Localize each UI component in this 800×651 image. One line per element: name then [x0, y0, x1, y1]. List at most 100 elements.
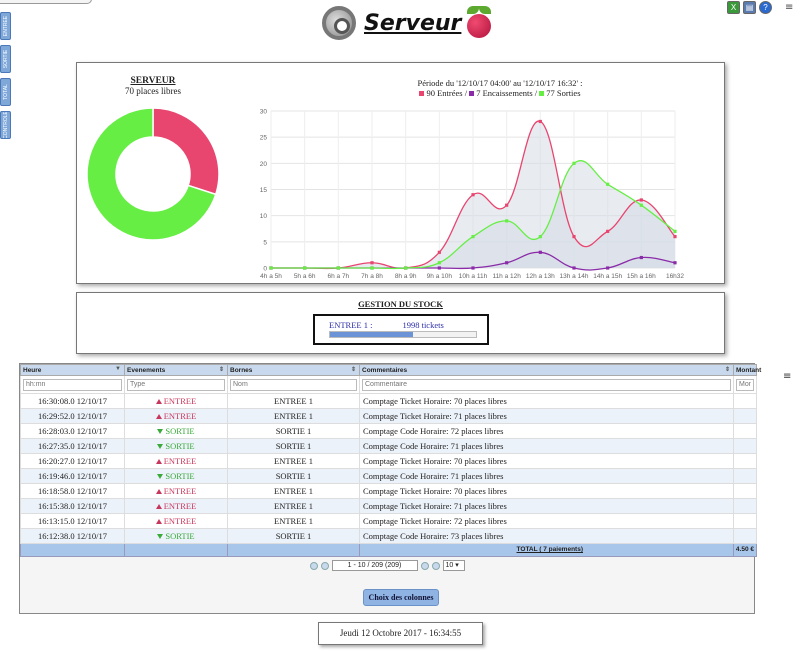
col-label: Commentaires — [362, 366, 408, 374]
cell-borne: ENTREE 1 — [227, 497, 360, 514]
table-row[interactable]: 16:12:38.0 12/10/17 SORTIE SORTIE 1 Comptag… — [20, 527, 757, 544]
pie-slice — [152, 107, 220, 196]
event-label: SORTIE — [165, 470, 195, 481]
header: Serveur — [322, 3, 493, 43]
filter-type[interactable] — [127, 378, 225, 391]
cell-commentaire: Comptage Code Horaire: 71 places libres — [359, 437, 734, 454]
table-row[interactable]: 16:19:46.0 12/10/17 SORTIE SORTIE 1 Comptag… — [20, 467, 757, 484]
page-indicator[interactable]: 1 - 10 / 209 (209) — [331, 560, 418, 571]
table-row[interactable]: 16:13:15.0 12/10/17 ENTREE ENTREE 1 Comptag… — [20, 512, 757, 529]
legend-encaissements[interactable]: 7 Encaissements — [476, 88, 532, 98]
x-tick-label: 12h a 13h — [526, 273, 555, 280]
y-tick-label: 30 — [260, 109, 268, 116]
data-point — [538, 250, 542, 254]
cell-borne: SORTIE 1 — [227, 437, 360, 454]
col-header-montant[interactable]: Montant — [733, 364, 761, 376]
excel-icon[interactable]: X — [727, 1, 740, 14]
col-label: Bornes — [230, 366, 253, 374]
cell-montant — [733, 512, 757, 529]
col-header-evenements[interactable]: Evenements ⇕ — [124, 364, 228, 376]
cell-commentaire: Comptage Ticket Horaire: 71 places libre… — [359, 497, 734, 514]
sort-icon: ⇕ — [218, 367, 224, 373]
legend-sep: / — [532, 88, 540, 98]
date-time-display: Jeudi 12 Octobre 2017 - 16:34:55 — [318, 622, 483, 645]
sort-icon: ⇕ — [350, 367, 356, 373]
cell-heure: 16:19:46.0 12/10/17 — [20, 467, 125, 484]
table-menu-icon[interactable]: ≡ — [783, 371, 791, 382]
cell-evenement: ENTREE — [124, 482, 228, 499]
sort-icon: ⇕ — [724, 367, 730, 373]
last-page-icon[interactable] — [431, 561, 440, 570]
cell-montant — [733, 497, 757, 514]
x-tick-label: 10h a 11h — [459, 273, 488, 280]
table-row[interactable]: 16:15:38.0 12/10/17 ENTREE ENTREE 1 Comptag… — [20, 497, 757, 514]
x-tick-label: 4h a 5h — [260, 273, 282, 280]
data-point — [404, 266, 408, 270]
x-tick-label: 9h a 10h — [427, 273, 453, 280]
y-tick-label: 20 — [260, 161, 268, 168]
table-row[interactable]: 16:30:08.0 12/10/17 ENTREE ENTREE 1 Comptag… — [20, 392, 757, 409]
table-row[interactable]: 16:20:27.0 12/10/17 ENTREE ENTREE 1 Comptag… — [20, 452, 757, 469]
cell-evenement: ENTREE — [124, 512, 228, 529]
cell-commentaire: Comptage Code Horaire: 71 places libres — [359, 467, 734, 484]
first-page-icon[interactable] — [309, 561, 318, 570]
side-tab-total[interactable]: TOTAL — [0, 78, 11, 106]
raspberry-icon — [465, 6, 493, 40]
print-icon[interactable]: ▤ — [743, 1, 756, 14]
stock-value: 1998 tickets — [402, 320, 444, 330]
top-pill[interactable] — [0, 0, 92, 4]
filter-heure[interactable] — [23, 378, 122, 391]
col-header-heure[interactable]: Heure ▼ — [20, 364, 125, 376]
side-tabs: ENTREE SORTIE TOTAL CONTROLE — [0, 12, 12, 144]
legend-sep: / — [462, 88, 470, 98]
y-tick-label: 10 — [260, 213, 268, 220]
cell-commentaire: Comptage Ticket Horaire: 70 places libre… — [359, 482, 734, 499]
cell-borne: ENTREE 1 — [227, 512, 360, 529]
stock-title: GESTION DU STOCK — [358, 299, 443, 309]
legend-entrees[interactable]: 90 Entrées — [426, 88, 462, 98]
col-header-commentaires[interactable]: Commentaires ⇕ — [359, 364, 734, 376]
prev-page-icon[interactable] — [320, 561, 329, 570]
choose-columns-button[interactable]: Choix des colonnes — [363, 589, 439, 606]
data-point — [606, 266, 610, 270]
table-row[interactable]: 16:27:35.0 12/10/17 SORTIE SORTIE 1 Comptag… — [20, 437, 757, 454]
cell-heure: 16:27:35.0 12/10/17 — [20, 437, 125, 454]
table-row[interactable]: 16:18:58.0 12/10/17 ENTREE ENTREE 1 Comptag… — [20, 482, 757, 499]
cell-commentaire: Comptage Code Horaire: 73 places libres — [359, 527, 734, 544]
side-tab-label: SORTIE — [2, 49, 9, 69]
side-tab-entree[interactable]: ENTREE — [0, 12, 11, 40]
table-row[interactable]: 16:28:03.0 12/10/17 SORTIE SORTIE 1 Comptag… — [20, 422, 757, 439]
cell-evenement: SORTIE — [124, 422, 228, 439]
cell-evenement: ENTREE — [124, 497, 228, 514]
x-tick-label: 14h a 15h — [593, 273, 622, 280]
arrow-down-icon — [157, 444, 164, 450]
side-tab-sortie[interactable]: SORTIE — [0, 45, 11, 73]
table-row[interactable]: 16:29:52.0 12/10/17 ENTREE ENTREE 1 Comptag… — [20, 407, 757, 424]
filter-montant[interactable] — [736, 378, 754, 391]
stock-progress — [329, 331, 477, 338]
stock-progress-fill — [330, 332, 414, 337]
data-point — [673, 235, 677, 239]
data-point — [505, 203, 509, 207]
arrow-up-icon — [155, 519, 162, 525]
next-page-icon[interactable] — [420, 561, 429, 570]
filter-commentaire[interactable] — [362, 378, 731, 391]
help-icon[interactable]: ? — [759, 1, 772, 14]
page-size-select[interactable]: 10 ▾ — [442, 560, 465, 571]
cell-heure: 16:20:27.0 12/10/17 — [20, 452, 125, 469]
legend-sorties[interactable]: 77 Sorties — [546, 88, 580, 98]
cell-commentaire: Comptage Ticket Horaire: 70 places libre… — [359, 392, 734, 409]
stock-name: ENTREE 1 : — [329, 320, 373, 330]
col-header-bornes[interactable]: Bornes ⇕ — [227, 364, 360, 376]
cell-evenement: SORTIE — [124, 527, 228, 544]
data-point — [437, 261, 441, 265]
data-point — [538, 235, 542, 239]
cell-evenement: SORTIE — [124, 467, 228, 484]
filter-nom[interactable] — [230, 378, 357, 391]
legend-swatch-encaissements — [469, 91, 475, 96]
x-tick-label: 16h32 — [666, 273, 684, 280]
side-tab-controle[interactable]: CONTROLE — [0, 111, 11, 139]
menu-icon[interactable]: ≡ — [785, 2, 793, 13]
cell-commentaire: Comptage Ticket Horaire: 72 places libre… — [359, 512, 734, 529]
data-point — [673, 261, 677, 265]
